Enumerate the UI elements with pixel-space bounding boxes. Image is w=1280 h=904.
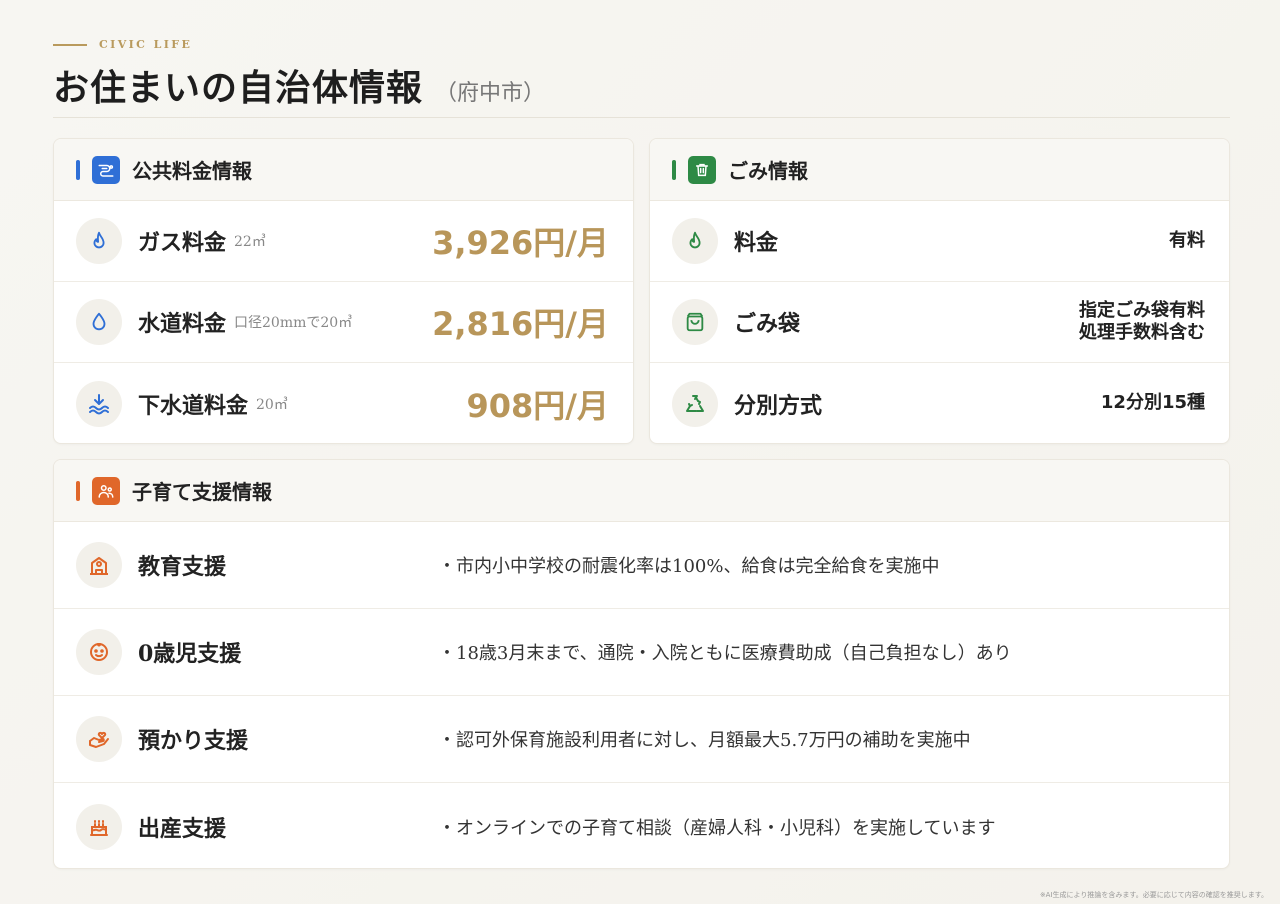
page-title: お住まいの自治体情報 [53, 67, 424, 109]
utility-price: 2,816円/月 [432, 305, 609, 343]
eyebrow-line [53, 43, 87, 46]
utilities-card-title: 公共料金情報 [132, 159, 252, 183]
childcare-card-title: 子育て支援情報 [132, 480, 272, 504]
hand-heart-icon [76, 716, 122, 762]
garbage-row-bag: ごみ袋 指定ごみ袋有料 処理手数料含む [650, 282, 1229, 363]
utility-label: ガス料金 [138, 230, 227, 256]
garbage-card-title: ごみ情報 [728, 159, 808, 183]
garbage-value: 12分別15種 [1100, 392, 1205, 414]
garbage-value: 有料 [1169, 229, 1205, 251]
ai-disclaimer: ※AI生成により推論を含みます。必要に応じて内容の確認を推奨します。 [1039, 891, 1268, 899]
childcare-label: 出産支援 [138, 815, 227, 842]
childcare-card-header: 子育て支援情報 [54, 460, 1229, 522]
water-drop-icon [76, 299, 122, 345]
utilities-card-header: 公共料金情報 [54, 139, 633, 201]
childcare-text: ・市内小中学校の耐震化率は100%、給食は完全給食を実施中 [438, 556, 940, 577]
garbage-label: ごみ袋 [734, 311, 801, 337]
childcare-text: ・18歳3月末まで、通院・入院ともに医療費助成（自己負担なし）あり [438, 643, 1012, 664]
garbage-value-line2: 処理手数料含む [1079, 322, 1205, 343]
utility-row-water: 水道料金 口径20mmで20㎥ 2,816円/月 [54, 282, 633, 363]
garbage-label: 分別方式 [734, 392, 823, 419]
childcare-row-infant: 0歳児支援 ・18歳3月末まで、通院・入院ともに医療費助成（自己負担なし）あり [54, 609, 1229, 696]
childcare-row-daycare: 預かり支援 ・認可外保育施設利用者に対し、月額最大5.7万円の補助を実施中 [54, 696, 1229, 783]
childcare-label: 預かり支援 [138, 728, 249, 754]
utility-label: 水道料金 [138, 311, 227, 337]
garbage-value: 指定ごみ袋有料 処理手数料含む [1079, 300, 1205, 345]
garbage-row-sorting: 分別方式 12分別15種 [650, 363, 1229, 443]
childcare-text: ・オンラインでの子育て相談（産婦人科・小児科）を実施しています [438, 817, 996, 839]
childcare-text: ・認可外保育施設利用者に対し、月額最大5.7万円の補助を実施中 [438, 730, 971, 751]
cake-icon [76, 803, 122, 850]
flame-icon [672, 218, 718, 264]
garbage-label: 料金 [734, 230, 779, 256]
pipe-icon [92, 155, 120, 184]
flame-icon [76, 218, 122, 264]
baby-face-icon [76, 629, 122, 675]
childcare-card: 子育て支援情報 教育支援 ・市内小中学校の耐震化率は100%、給食は完全給食を実… [53, 459, 1230, 869]
utility-note: 20㎥ [256, 396, 288, 413]
sewer-icon [76, 380, 122, 427]
garbage-value-line1: 指定ごみ袋有料 [1079, 299, 1205, 321]
utilities-card: 公共料金情報 ガス料金 22㎥ 3,926円/月 水道料金 口径20mmで20㎥… [53, 138, 634, 444]
utility-price: 908円/月 [466, 386, 610, 425]
page-header: CIVIC LIFE お住まいの自治体情報 （府中市） [53, 38, 1230, 111]
utility-price: 3,926円/月 [432, 224, 609, 262]
garbage-row-fee: 料金 有料 [650, 201, 1229, 282]
utilities-accent-bar [76, 159, 80, 180]
page-subtitle: （府中市） [435, 81, 546, 106]
childcare-row-education: 教育支援 ・市内小中学校の耐震化率は100%、給食は完全給食を実施中 [54, 522, 1229, 609]
utility-label: 下水道料金 [138, 392, 249, 419]
shopping-bag-icon [672, 299, 718, 345]
garbage-card: ごみ情報 料金 有料 ごみ袋 指定ごみ袋有料 処理手数料含む 分別方式 12分別… [649, 138, 1230, 444]
title-row: お住まいの自治体情報 （府中市） [53, 59, 1230, 111]
eyebrow: CIVIC LIFE [53, 38, 1230, 51]
trash-icon [688, 155, 716, 184]
childcare-label: 教育支援 [138, 554, 227, 580]
utility-note: 22㎥ [234, 234, 266, 250]
utility-row-gas: ガス料金 22㎥ 3,926円/月 [54, 201, 633, 282]
utility-note: 口径20mmで20㎥ [234, 315, 353, 331]
garbage-accent-bar [672, 159, 676, 180]
eyebrow-text: CIVIC LIFE [99, 38, 193, 51]
utility-row-sewer: 下水道料金 20㎥ 908円/月 [54, 363, 633, 443]
childcare-accent-bar [76, 480, 80, 501]
childcare-label: 0歳児支援 [138, 641, 242, 667]
school-icon [76, 542, 122, 588]
garbage-card-header: ごみ情報 [650, 139, 1229, 201]
header-divider [53, 117, 1230, 118]
childcare-row-birth: 出産支援 ・オンラインでの子育て相談（産婦人科・小児科）を実施しています [54, 783, 1229, 868]
recycle-icon [672, 380, 718, 427]
family-icon [92, 476, 120, 505]
